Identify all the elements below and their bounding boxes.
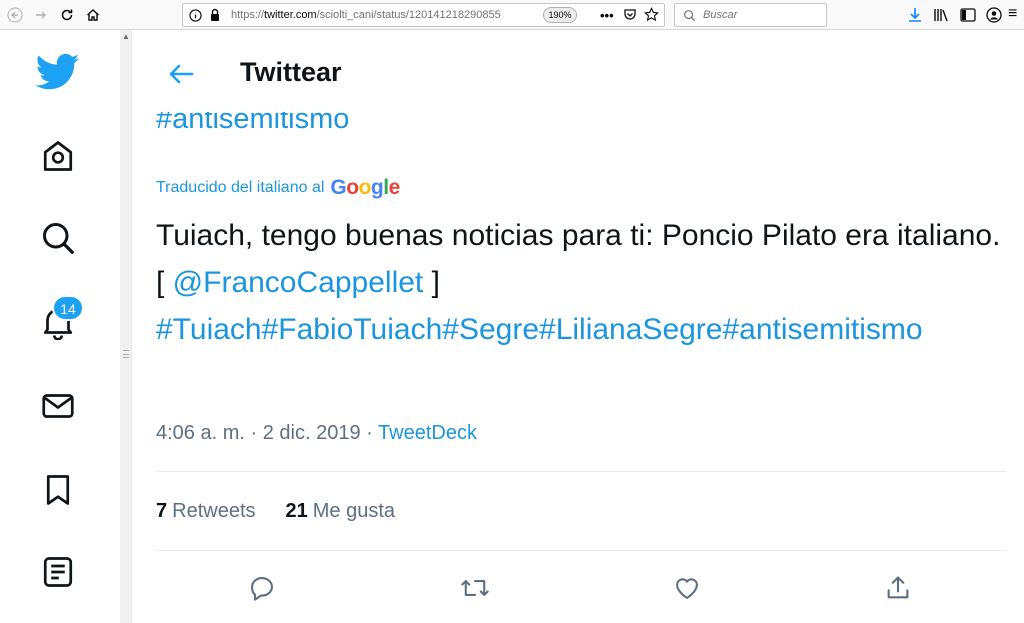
like-button[interactable] — [667, 568, 707, 608]
translation-attribution[interactable]: Traducido del italiano al Google — [156, 176, 400, 200]
lock-icon[interactable] — [209, 8, 221, 27]
scrollbar-grip[interactable] — [123, 350, 129, 358]
likes-label: Me gusta — [312, 500, 396, 522]
pocket-icon[interactable] — [623, 8, 637, 27]
info-icon[interactable] — [189, 9, 202, 27]
back-arrow-icon[interactable] — [4, 4, 26, 26]
notifications-count-badge: 14 — [52, 295, 84, 321]
sidebar-toggle-icon[interactable] — [960, 8, 976, 27]
scrollbar[interactable]: ▲ — [120, 30, 132, 623]
back-arrow-icon — [169, 64, 194, 84]
page-header: Twittear — [133, 30, 1024, 112]
browser-toolbar: https://twitter.com/sciolti_cani/status/… — [0, 0, 1024, 30]
divider — [156, 550, 1007, 551]
url-text: https://twitter.com/sciolti_cani/status/… — [231, 9, 501, 21]
messages-envelope-icon[interactable] — [36, 384, 80, 428]
home-nav-icon[interactable] — [36, 134, 80, 178]
left-navigation: 14 — [0, 30, 120, 623]
mention-link[interactable]: @FrancoCappellet — [173, 266, 424, 299]
back-button[interactable] — [163, 56, 199, 92]
search-input[interactable]: Buscar — [674, 3, 827, 27]
share-button[interactable] — [878, 568, 918, 608]
tweet-stats: 7 Retweets 21 Me gusta — [156, 500, 425, 523]
likes-stat[interactable]: 21 Me gusta — [286, 500, 396, 523]
meta-separator: · — [366, 422, 373, 444]
tweet-bracket-text: ] — [423, 266, 440, 299]
tweet-text: Tuiach, tengo buenas noticias para ti: P… — [156, 212, 1006, 353]
reload-icon[interactable] — [56, 4, 78, 26]
twitter-logo-icon[interactable] — [36, 50, 80, 94]
bookmark-star-icon[interactable] — [644, 7, 659, 27]
retweet-button[interactable] — [455, 568, 495, 608]
hashtags-links[interactable]: #Tuiach#FabioTuiach#Segre#LilianaSegre#a… — [156, 313, 923, 346]
retweet-icon — [461, 580, 489, 596]
translated-label: Traducido del italiano al — [156, 179, 325, 196]
likes-count: 21 — [285, 500, 308, 522]
share-icon — [887, 576, 909, 599]
tweet-metadata: 4:06 a. m. · 2 dic. 2019 · TweetDeck — [156, 422, 477, 445]
account-icon[interactable] — [986, 7, 1002, 28]
tweet-date[interactable]: 2 dic. 2019 — [263, 422, 361, 444]
main-column: #antisemitismo Twittear Traducido del it… — [133, 30, 1024, 623]
scroll-up-arrow-icon[interactable]: ▲ — [122, 32, 130, 41]
url-bar[interactable]: https://twitter.com/sciolti_cani/status/… — [182, 3, 665, 27]
bookmarks-icon[interactable] — [36, 468, 80, 512]
menu-icon[interactable]: ≡ — [1008, 5, 1017, 23]
tweet-time[interactable]: 4:06 a. m. — [156, 422, 245, 444]
home-icon[interactable] — [82, 4, 104, 26]
search-icon — [683, 9, 696, 27]
search-placeholder: Buscar — [703, 9, 738, 21]
retweets-count: 7 — [156, 500, 168, 522]
page-actions-icon[interactable]: ••• — [600, 8, 614, 23]
reply-button[interactable] — [242, 568, 282, 608]
page-title: Twittear — [240, 57, 342, 87]
google-logo: Google — [330, 176, 400, 199]
heart-icon — [676, 578, 698, 599]
forward-arrow-icon[interactable] — [30, 4, 52, 26]
download-icon[interactable] — [908, 7, 922, 28]
zoom-level-badge[interactable]: 190% — [543, 7, 577, 23]
library-icon[interactable] — [933, 8, 949, 27]
lists-icon[interactable] — [36, 550, 80, 594]
retweets-label: Retweets — [172, 500, 256, 522]
meta-separator: · — [250, 422, 258, 444]
divider — [156, 471, 1007, 472]
explore-search-icon[interactable] — [36, 216, 80, 260]
reply-icon — [251, 577, 273, 601]
tweet-source-link[interactable]: TweetDeck — [378, 422, 477, 444]
retweets-stat[interactable]: 7 Retweets — [156, 500, 256, 523]
